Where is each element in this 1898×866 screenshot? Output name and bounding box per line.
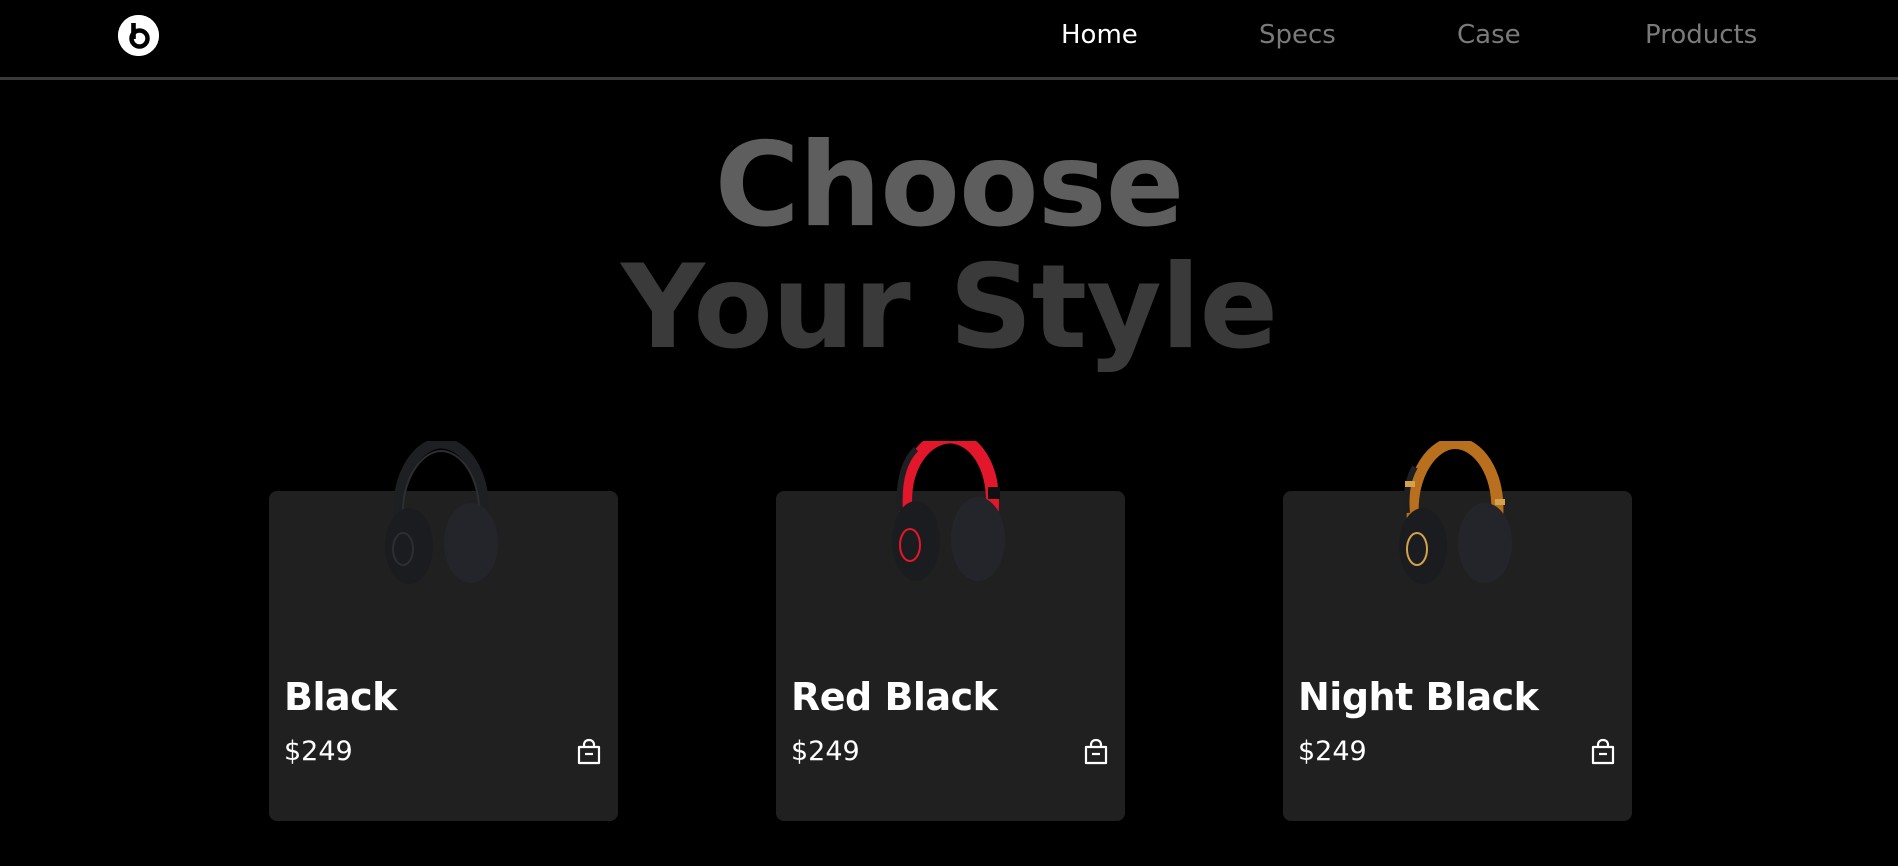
shopping-bag-icon[interactable] — [1590, 738, 1616, 766]
product-price: $249 — [791, 736, 860, 767]
product-card-red-black[interactable]: Red Black $249 — [776, 441, 1125, 821]
nav-item-home[interactable]: Home — [1061, 20, 1138, 50]
headphones-night-black-icon — [1399, 441, 1512, 584]
shopping-bag-icon[interactable] — [1083, 738, 1109, 766]
hero-title-line-2: Your Style — [620, 240, 1278, 375]
site-header: Home Specs Case Products — [0, 0, 1898, 80]
headphones-red-black-icon — [892, 441, 1005, 581]
nav-item-case[interactable]: Case — [1457, 20, 1521, 50]
product-price: $249 — [284, 736, 353, 767]
shopping-bag-icon[interactable] — [576, 738, 602, 766]
product-card-night-black[interactable]: Night Black $249 — [1283, 441, 1632, 821]
product-price: $249 — [1298, 736, 1367, 767]
nav-item-specs[interactable]: Specs — [1259, 20, 1336, 50]
hero-title-line-1: Choose — [714, 118, 1185, 253]
product-card-black[interactable]: Black $249 — [269, 441, 618, 821]
headphones-black-icon — [385, 441, 498, 584]
product-name: Black — [284, 675, 397, 719]
hero-title: Choose Your Style — [0, 125, 1898, 369]
product-name: Red Black — [791, 675, 998, 719]
nav-item-products[interactable]: Products — [1645, 20, 1757, 50]
main-nav: Home Specs Case Products — [0, 20, 1898, 60]
product-name: Night Black — [1298, 675, 1539, 719]
